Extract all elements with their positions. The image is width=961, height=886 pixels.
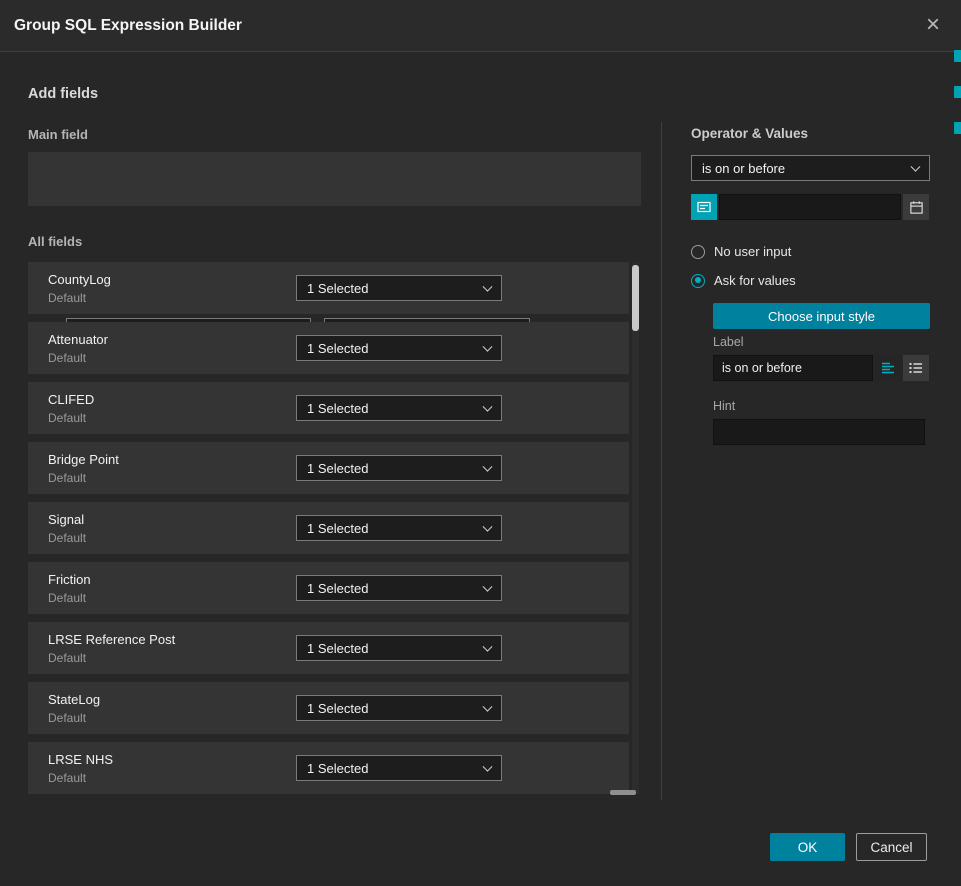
field-row: Friction Default 1 Selected	[28, 562, 629, 614]
field-values-dropdown[interactable]: 1 Selected	[296, 695, 502, 721]
radio-icon	[691, 245, 705, 259]
field-name: CLIFED	[48, 392, 94, 407]
choose-input-style-button[interactable]: Choose input style	[713, 303, 930, 329]
field-row: CLIFED Default 1 Selected	[28, 382, 629, 434]
field-name: StateLog	[48, 692, 100, 707]
radio-no-user-input-label: No user input	[714, 244, 791, 259]
field-values-dropdown-value: 1 Selected	[307, 401, 368, 416]
value-input[interactable]	[719, 194, 901, 220]
field-values-dropdown[interactable]: 1 Selected	[296, 575, 502, 601]
chevron-down-icon	[483, 282, 493, 292]
field-subtitle: Default	[48, 651, 86, 665]
close-icon[interactable]: ×	[917, 0, 949, 52]
radio-ask-for-values[interactable]: Ask for values	[691, 273, 796, 288]
operator-values-heading: Operator & Values	[691, 126, 808, 141]
field-values-dropdown-value: 1 Selected	[307, 641, 368, 656]
field-subtitle: Default	[48, 771, 86, 785]
vertical-scrollbar-track[interactable]	[632, 262, 639, 794]
field-row: Signal Default 1 Selected	[28, 502, 629, 554]
radio-ask-for-values-label: Ask for values	[714, 273, 796, 288]
background-accent-artifact	[954, 50, 961, 62]
group-sql-expression-builder-dialog: Group SQL Expression Builder × Add field…	[0, 0, 961, 886]
radio-selected-icon	[691, 274, 705, 288]
field-values-dropdown-value: 1 Selected	[307, 521, 368, 536]
hint-input[interactable]	[713, 419, 925, 445]
input-box-icon	[696, 199, 712, 215]
field-name: Friction	[48, 572, 91, 587]
main-field-bar: CountyLog | Default From Date	[28, 152, 641, 206]
field-row: Bridge Point Default 1 Selected	[28, 442, 629, 494]
single-line-style-button[interactable]	[875, 355, 901, 381]
field-values-dropdown-value: 1 Selected	[307, 761, 368, 776]
field-row: Attenuator Default 1 Selected	[28, 322, 629, 374]
dialog-titlebar: Group SQL Expression Builder ×	[0, 0, 961, 52]
field-name: Attenuator	[48, 332, 108, 347]
field-row: LRSE Reference Post Default 1 Selected	[28, 622, 629, 674]
field-row: LRSE NHS Default 1 Selected	[28, 742, 629, 794]
field-values-dropdown-value: 1 Selected	[307, 341, 368, 356]
field-name: CountyLog	[48, 272, 111, 287]
field-subtitle: Default	[48, 471, 86, 485]
chevron-down-icon	[483, 342, 493, 352]
field-values-dropdown-value: 1 Selected	[307, 461, 368, 476]
vertical-scrollbar-thumb[interactable]	[632, 265, 639, 331]
chevron-down-icon	[483, 702, 493, 712]
field-values-dropdown-value: 1 Selected	[307, 281, 368, 296]
field-values-dropdown-value: 1 Selected	[307, 581, 368, 596]
operator-select-value: is on or before	[702, 161, 785, 176]
panel-divider	[661, 122, 662, 800]
chevron-down-icon	[483, 522, 493, 532]
all-fields-list: CountyLog Default 1 Selected Attenuator …	[28, 262, 641, 802]
field-subtitle: Default	[48, 531, 86, 545]
chevron-down-icon	[483, 462, 493, 472]
label-caption: Label	[713, 335, 744, 349]
all-fields-label: All fields	[28, 234, 82, 249]
label-input[interactable]	[713, 355, 873, 381]
field-subtitle: Default	[48, 711, 86, 725]
chevron-down-icon	[483, 582, 493, 592]
chevron-down-icon	[483, 642, 493, 652]
field-name: LRSE Reference Post	[48, 632, 175, 647]
operator-select[interactable]: is on or before	[691, 155, 930, 181]
background-accent-artifact	[954, 122, 961, 134]
field-values-dropdown[interactable]: 1 Selected	[296, 275, 502, 301]
dialog-title: Group SQL Expression Builder	[14, 0, 242, 52]
field-name: Signal	[48, 512, 84, 527]
chevron-down-icon	[911, 162, 921, 172]
add-fields-heading: Add fields	[28, 86, 98, 102]
field-values-dropdown[interactable]: 1 Selected	[296, 455, 502, 481]
field-values-dropdown[interactable]: 1 Selected	[296, 395, 502, 421]
radio-no-user-input[interactable]: No user input	[691, 244, 791, 259]
field-subtitle: Default	[48, 411, 86, 425]
chevron-down-icon	[483, 402, 493, 412]
hint-caption: Hint	[713, 399, 735, 413]
field-name: Bridge Point	[48, 452, 119, 467]
calendar-picker-button[interactable]	[903, 194, 929, 220]
field-subtitle: Default	[48, 291, 86, 305]
field-name: LRSE NHS	[48, 752, 113, 767]
main-field-label: Main field	[28, 127, 88, 142]
list-style-button[interactable]	[903, 355, 929, 381]
field-values-dropdown[interactable]: 1 Selected	[296, 755, 502, 781]
chevron-down-icon	[483, 762, 493, 772]
align-lines-icon	[881, 361, 895, 375]
horizontal-scrollbar-thumb[interactable]	[610, 790, 636, 795]
field-row: StateLog Default 1 Selected	[28, 682, 629, 734]
value-source-button[interactable]	[691, 194, 717, 220]
field-values-dropdown[interactable]: 1 Selected	[296, 635, 502, 661]
field-row: CountyLog Default 1 Selected	[28, 262, 629, 314]
background-accent-artifact	[954, 86, 961, 98]
cancel-button[interactable]: Cancel	[856, 833, 927, 861]
ok-button[interactable]: OK	[770, 833, 845, 861]
field-values-dropdown-value: 1 Selected	[307, 701, 368, 716]
list-icon	[909, 361, 923, 375]
field-values-dropdown[interactable]: 1 Selected	[296, 335, 502, 361]
field-subtitle: Default	[48, 591, 86, 605]
calendar-icon	[909, 200, 924, 215]
field-subtitle: Default	[48, 351, 86, 365]
field-values-dropdown[interactable]: 1 Selected	[296, 515, 502, 541]
